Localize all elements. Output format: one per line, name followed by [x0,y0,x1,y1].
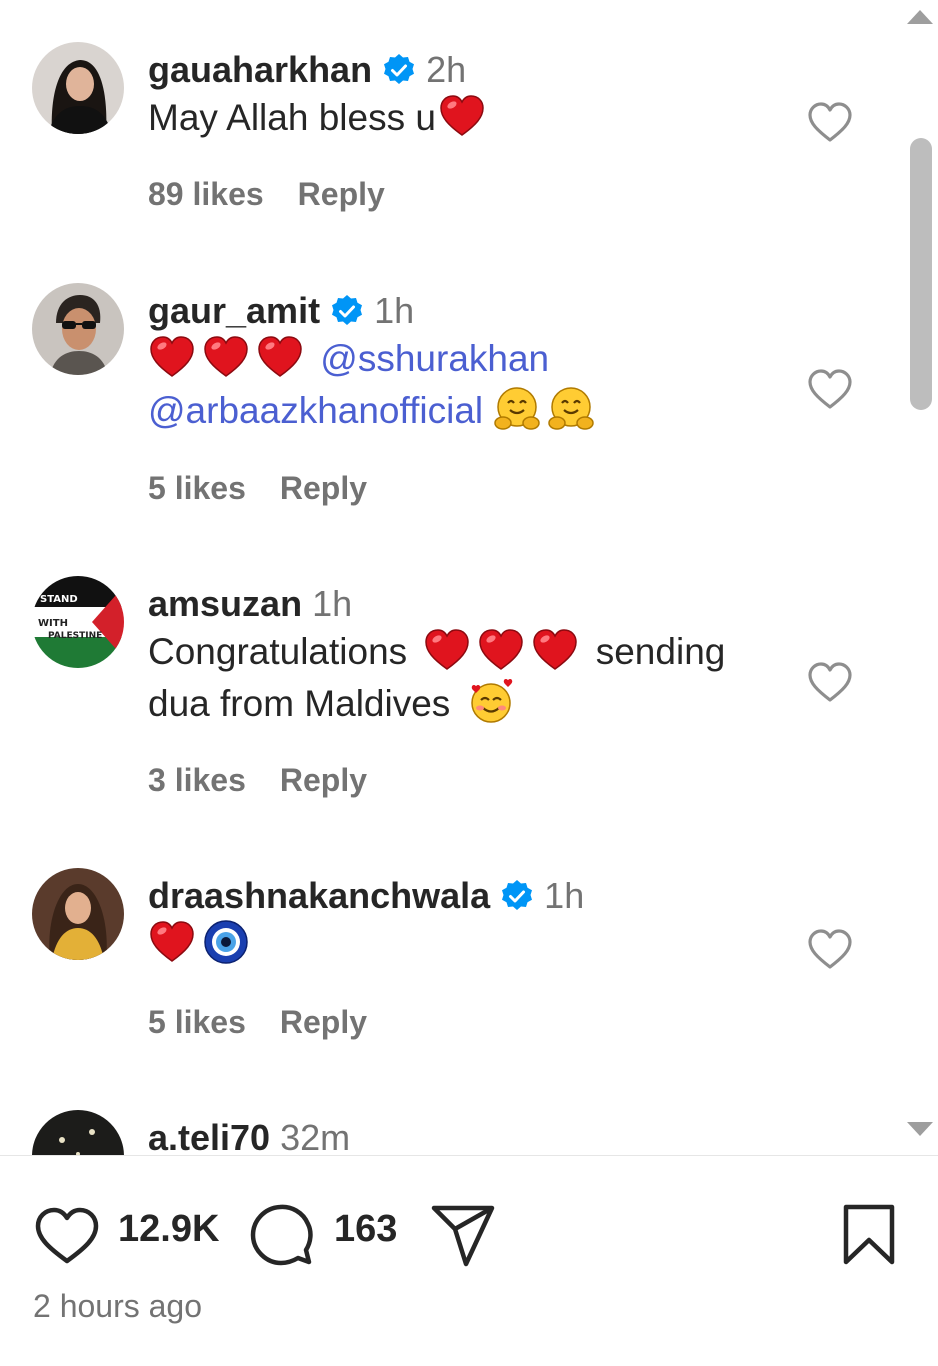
smiling-face-with-hearts-icon [467,678,515,726]
avatar[interactable] [32,283,124,375]
avatar[interactable] [32,42,124,134]
username[interactable]: a.teli70 [148,1117,270,1155]
likes-count[interactable]: 3 likes [148,762,246,798]
comment-time: 1h [544,875,585,916]
bookmark-icon[interactable] [840,1202,898,1268]
comment-time: 1h [374,290,415,331]
likes-count[interactable]: 5 likes [148,1004,246,1040]
comment-text-part: dua from Maldives [148,683,451,724]
avatar-text: WITH [38,618,68,629]
username[interactable]: gaur_amit [148,290,320,331]
red-heart-icon [148,918,196,966]
verified-badge-icon [500,879,534,913]
reply-button[interactable]: Reply [298,176,385,212]
verified-badge-icon [330,294,364,328]
comment-meta: 89 likes Reply [148,176,419,213]
comment-like-icon[interactable] [806,100,854,144]
post-actions-bar: 12.9K 163 2 hours ago [0,1156,938,1366]
verified-badge-icon [382,53,416,87]
avatar[interactable]: STAND WITH PALESTINE [32,576,124,668]
avatar-text: PALESTINE [48,631,102,641]
comment-text: @sshurakhan @arbaazkhanofficial [148,333,780,437]
reply-button[interactable]: Reply [280,1004,367,1040]
username[interactable]: amsuzan [148,583,302,624]
comment-body: gauaharkhan 2h May Allah bless u [148,48,780,144]
username[interactable]: draashnakanchwala [148,875,490,916]
red-heart-icon [202,333,250,381]
hugging-face-icon [493,385,541,433]
heart-icon[interactable] [33,1206,101,1266]
scrollbar[interactable] [900,0,938,1155]
share-icon[interactable] [430,1202,496,1268]
red-heart-icon [477,626,525,674]
comment-time: 32m [280,1117,351,1155]
avatar[interactable] [32,1110,124,1155]
post-timestamp: 2 hours ago [33,1288,203,1324]
comment-like-icon[interactable] [806,927,854,971]
username[interactable]: gauaharkhan [148,49,372,90]
comment-text: Congratulations sending dua from Maldive… [148,626,780,730]
reply-button[interactable]: Reply [280,762,367,798]
comment-header: draashnakanchwala 1h [148,874,780,918]
comment-body: draashnakanchwala 1h [148,874,780,970]
comment-text [148,918,780,970]
like-count[interactable]: 12.9K [118,1208,219,1251]
comment-time: 1h [312,583,353,624]
comment-icon[interactable] [248,1202,316,1270]
comment-text-part: sending [595,631,726,672]
mention-link[interactable]: @sshurakhan [320,338,549,379]
red-heart-icon [148,333,196,381]
reply-button[interactable]: Reply [280,470,367,506]
comment-header: a.teli70 32m [148,1116,780,1155]
comment-time: 2h [426,49,467,90]
comment-body: a.teli70 32m [148,1116,780,1155]
nazar-amulet-icon [202,918,250,966]
red-heart-icon [423,626,471,674]
comment-text-part: Congratulations [148,631,408,672]
scrollbar-thumb[interactable] [910,138,932,410]
scroll-up-arrow-icon[interactable] [907,10,933,24]
scroll-down-arrow-icon[interactable] [907,1122,933,1136]
comments-list[interactable]: gauaharkhan 2h May Allah bless u 89 likes… [0,0,938,1155]
comment-header: gauaharkhan 2h [148,48,780,92]
comment-like-icon[interactable] [806,367,854,411]
likes-count[interactable]: 5 likes [148,470,246,506]
red-heart-icon [256,333,304,381]
comment-header: gaur_amit 1h [148,289,780,333]
mention-link[interactable]: @arbaazkhanofficial [148,390,483,431]
comment-text: May Allah bless u [148,92,780,144]
comment-count[interactable]: 163 [334,1208,397,1251]
avatar-text: STAND [40,594,78,605]
comment-text-part: May Allah bless u [148,97,436,138]
comment-body: amsuzan 1h Congratulations sending dua fr… [148,582,780,730]
comment-meta: 5 likes Reply [148,470,401,507]
red-heart-icon [531,626,579,674]
comment-meta: 5 likes Reply [148,1004,401,1041]
red-heart-icon [438,92,486,140]
comment-body: gaur_amit 1h @sshurakhan @arbaazkhanoffic… [148,289,780,437]
comment-like-icon[interactable] [806,660,854,704]
avatar[interactable] [32,868,124,960]
comment-header: amsuzan 1h [148,582,780,626]
hugging-face-icon [547,385,595,433]
comment-meta: 3 likes Reply [148,762,401,799]
likes-count[interactable]: 89 likes [148,176,264,212]
